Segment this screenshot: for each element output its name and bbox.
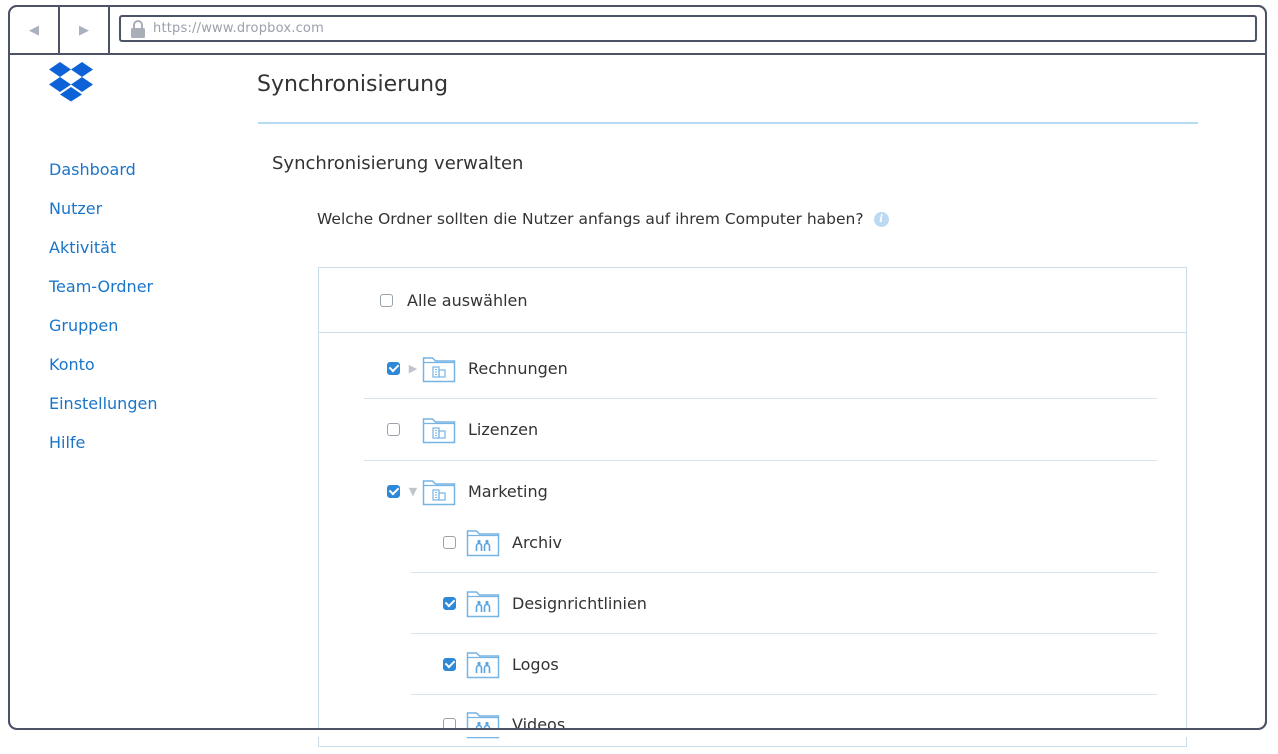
folder-label: Archiv	[512, 532, 563, 552]
section-title: Synchronisierung verwalten	[272, 153, 524, 174]
sidebar-item-dashboard[interactable]: Dashboard	[49, 150, 229, 189]
folder-row[interactable]: Archiv	[443, 512, 562, 572]
folder-label: Marketing	[468, 481, 548, 501]
sidebar-item-konto[interactable]: Konto	[49, 345, 229, 384]
sidebar-item-aktivitaet[interactable]: Aktivität	[49, 228, 229, 267]
sync-question: Welche Ordner sollten die Nutzer anfangs…	[317, 210, 889, 228]
folder-checkbox[interactable]	[443, 535, 456, 549]
folder-row[interactable]: Logos	[443, 634, 559, 694]
caret-down-icon[interactable]: ▼	[404, 485, 422, 498]
sidebar-item-team-ordner[interactable]: Team-Ordner	[49, 267, 229, 306]
address-bar[interactable]: https://www.dropbox.com	[119, 15, 1257, 42]
window-bottom-mask	[0, 729, 1278, 737]
folder-row[interactable]: Lizenzen	[387, 399, 538, 459]
team-folder-icon	[422, 357, 456, 383]
info-icon[interactable]: i	[873, 211, 889, 227]
team-folder-icon	[422, 418, 456, 444]
back-arrow-icon: ◀	[29, 22, 39, 38]
team-folder-icon	[422, 480, 456, 506]
select-all-row: Alle auswählen	[319, 268, 1186, 333]
folder-label: Rechnungen	[468, 358, 568, 378]
sidebar-nav: Dashboard Nutzer Aktivität Team-Ordner G…	[49, 150, 229, 462]
sidebar-item-einstellungen[interactable]: Einstellungen	[49, 384, 229, 423]
lock-icon	[129, 19, 147, 39]
folder-label: Lizenzen	[468, 419, 539, 439]
title-divider	[258, 122, 1198, 124]
folder-checkbox[interactable]	[443, 657, 456, 671]
folder-row[interactable]: Videos	[443, 694, 565, 754]
sidebar-item-nutzer[interactable]: Nutzer	[49, 189, 229, 228]
select-all-label: Alle auswählen	[407, 290, 528, 310]
folder-row[interactable]: Designrichtlinien	[443, 573, 647, 633]
question-text: Welche Ordner sollten die Nutzer anfangs…	[317, 210, 864, 228]
shared-folder-icon	[466, 652, 500, 679]
shared-folder-icon	[466, 591, 500, 618]
folder-checkbox[interactable]	[387, 361, 400, 375]
folder-checkbox[interactable]	[443, 596, 456, 610]
caret-right-icon[interactable]: ▶	[404, 362, 422, 375]
page-title: Synchronisierung	[257, 72, 449, 97]
folder-row[interactable]: ▶ Rechnungen	[387, 338, 568, 398]
forward-arrow-icon: ▶	[79, 22, 89, 38]
shared-folder-icon	[466, 530, 500, 557]
url-text: https://www.dropbox.com	[153, 21, 324, 36]
sidebar-item-gruppen[interactable]: Gruppen	[49, 306, 229, 345]
folder-checkbox[interactable]	[387, 484, 400, 498]
folder-label: Logos	[512, 654, 559, 674]
back-button[interactable]: ◀	[10, 7, 60, 53]
folder-label: Designrichtlinien	[512, 593, 647, 613]
forward-button[interactable]: ▶	[60, 7, 110, 53]
sidebar-item-hilfe[interactable]: Hilfe	[49, 423, 229, 462]
browser-toolbar: ◀ ▶ https://www.dropbox.com	[10, 7, 1265, 55]
select-all-checkbox[interactable]	[380, 293, 393, 307]
dropbox-logo[interactable]	[49, 60, 95, 106]
folder-checkbox[interactable]	[387, 422, 400, 436]
